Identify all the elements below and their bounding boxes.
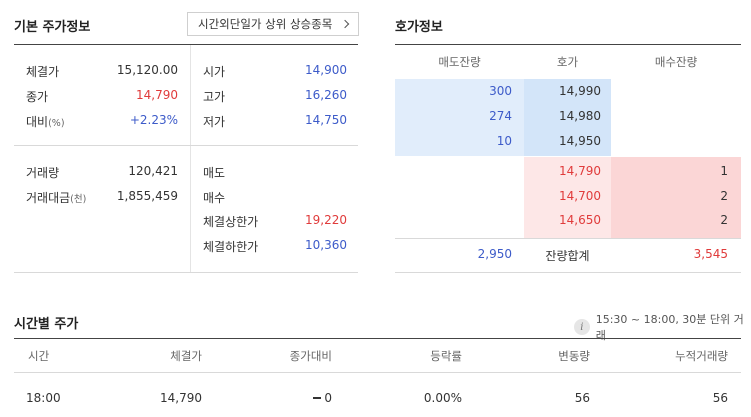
chevron-right-icon xyxy=(341,19,350,29)
low-price-label: 저가 xyxy=(203,115,226,129)
bid-qty-1: 1 xyxy=(720,164,728,178)
orderbook-title: 호가정보 xyxy=(395,20,443,35)
ask-qty-3: 10 xyxy=(496,134,512,148)
orderbook-header-price: 호가 xyxy=(556,55,579,69)
row-time: 18:00 xyxy=(26,391,61,405)
change-value: +2.23% xyxy=(129,113,178,127)
timeseries-top-divider xyxy=(14,338,741,339)
orderbook-header-bid-qty: 매수잔량 xyxy=(654,55,698,69)
volume-label: 거래량 xyxy=(26,166,60,180)
total-bid-qty: 3,545 xyxy=(693,247,728,261)
basic-info-title: 기본 주가정보 xyxy=(14,20,91,35)
total-label: 잔량합계 xyxy=(545,249,590,263)
basic-top-divider xyxy=(14,44,358,45)
info-icon[interactable]: i xyxy=(574,319,590,335)
change-label-unit: (%) xyxy=(48,118,65,129)
bid-price-2[interactable]: 14,700 xyxy=(524,189,601,203)
trade-amount-value: 1,855,459 xyxy=(116,189,178,203)
high-price-value: 16,260 xyxy=(305,88,347,102)
ask-price-1[interactable]: 14,990 xyxy=(524,84,601,98)
col-header-price: 체결가 xyxy=(170,349,202,363)
upper-limit-label: 체결상한가 xyxy=(203,215,259,229)
ask-price-2[interactable]: 14,980 xyxy=(524,109,601,123)
orderbook-bottom-divider xyxy=(395,272,741,273)
close-price-value: 14,790 xyxy=(136,88,178,102)
trade-amount-unit: (천) xyxy=(70,194,87,205)
row-change: 0 xyxy=(260,391,332,405)
total-ask-qty: 2,950 xyxy=(477,247,512,261)
ask-qty-1: 300 xyxy=(489,84,512,98)
row-cumulative-volume: 56 xyxy=(712,391,728,405)
basic-mid-divider xyxy=(14,145,358,146)
row-price: 14,790 xyxy=(160,391,202,405)
bid-price-3[interactable]: 14,650 xyxy=(524,213,601,227)
basic-column-divider xyxy=(190,45,191,272)
lower-limit-label: 체결하한가 xyxy=(203,240,259,254)
col-header-rate: 등락률 xyxy=(430,349,462,363)
orderbook-top-divider xyxy=(395,44,741,45)
lower-limit-value: 10,360 xyxy=(305,238,347,252)
after-hours-button-label: 시간외단일가 상위 상승종목 xyxy=(198,17,333,31)
ask-qty-2: 274 xyxy=(489,109,512,123)
row-volume-change: 56 xyxy=(574,391,590,405)
basic-bottom-divider xyxy=(14,272,358,273)
buy-label: 매수 xyxy=(203,191,226,205)
exec-price-value: 15,120.00 xyxy=(116,63,178,77)
flat-dash-icon xyxy=(313,397,322,399)
row-change-value: 0 xyxy=(324,391,332,405)
timeseries-header-divider xyxy=(14,372,741,373)
col-header-change: 종가대비 xyxy=(289,349,332,363)
low-price-value: 14,750 xyxy=(305,113,347,127)
close-price-label: 종가 xyxy=(26,90,49,104)
change-label: 대비(%) xyxy=(26,115,65,129)
col-header-time: 시간 xyxy=(28,349,50,363)
bid-qty-2: 2 xyxy=(720,189,728,203)
orderbook-header-ask-qty: 매도잔량 xyxy=(438,55,481,69)
orderbook-total-divider xyxy=(395,238,741,239)
row-rate: 0.00% xyxy=(423,391,462,405)
bid-qty-3: 2 xyxy=(720,213,728,227)
bid-price-1[interactable]: 14,790 xyxy=(524,164,601,178)
timeseries-title: 시간별 주가 xyxy=(14,317,79,332)
exec-price-label: 체결가 xyxy=(26,65,60,79)
ask-price-3[interactable]: 14,950 xyxy=(524,134,601,148)
sell-label: 매도 xyxy=(203,166,226,180)
open-price-label: 시가 xyxy=(203,65,226,79)
after-hours-top-gainers-button[interactable]: 시간외단일가 상위 상승종목 xyxy=(187,12,360,36)
col-header-volume-change: 변동량 xyxy=(558,349,590,363)
upper-limit-value: 19,220 xyxy=(305,213,347,227)
col-header-cumulative-volume: 누적거래량 xyxy=(675,349,728,363)
open-price-value: 14,900 xyxy=(305,63,347,77)
volume-value: 120,421 xyxy=(128,164,178,178)
high-price-label: 고가 xyxy=(203,90,226,104)
trade-amount-label: 거래대금(천) xyxy=(26,191,87,205)
